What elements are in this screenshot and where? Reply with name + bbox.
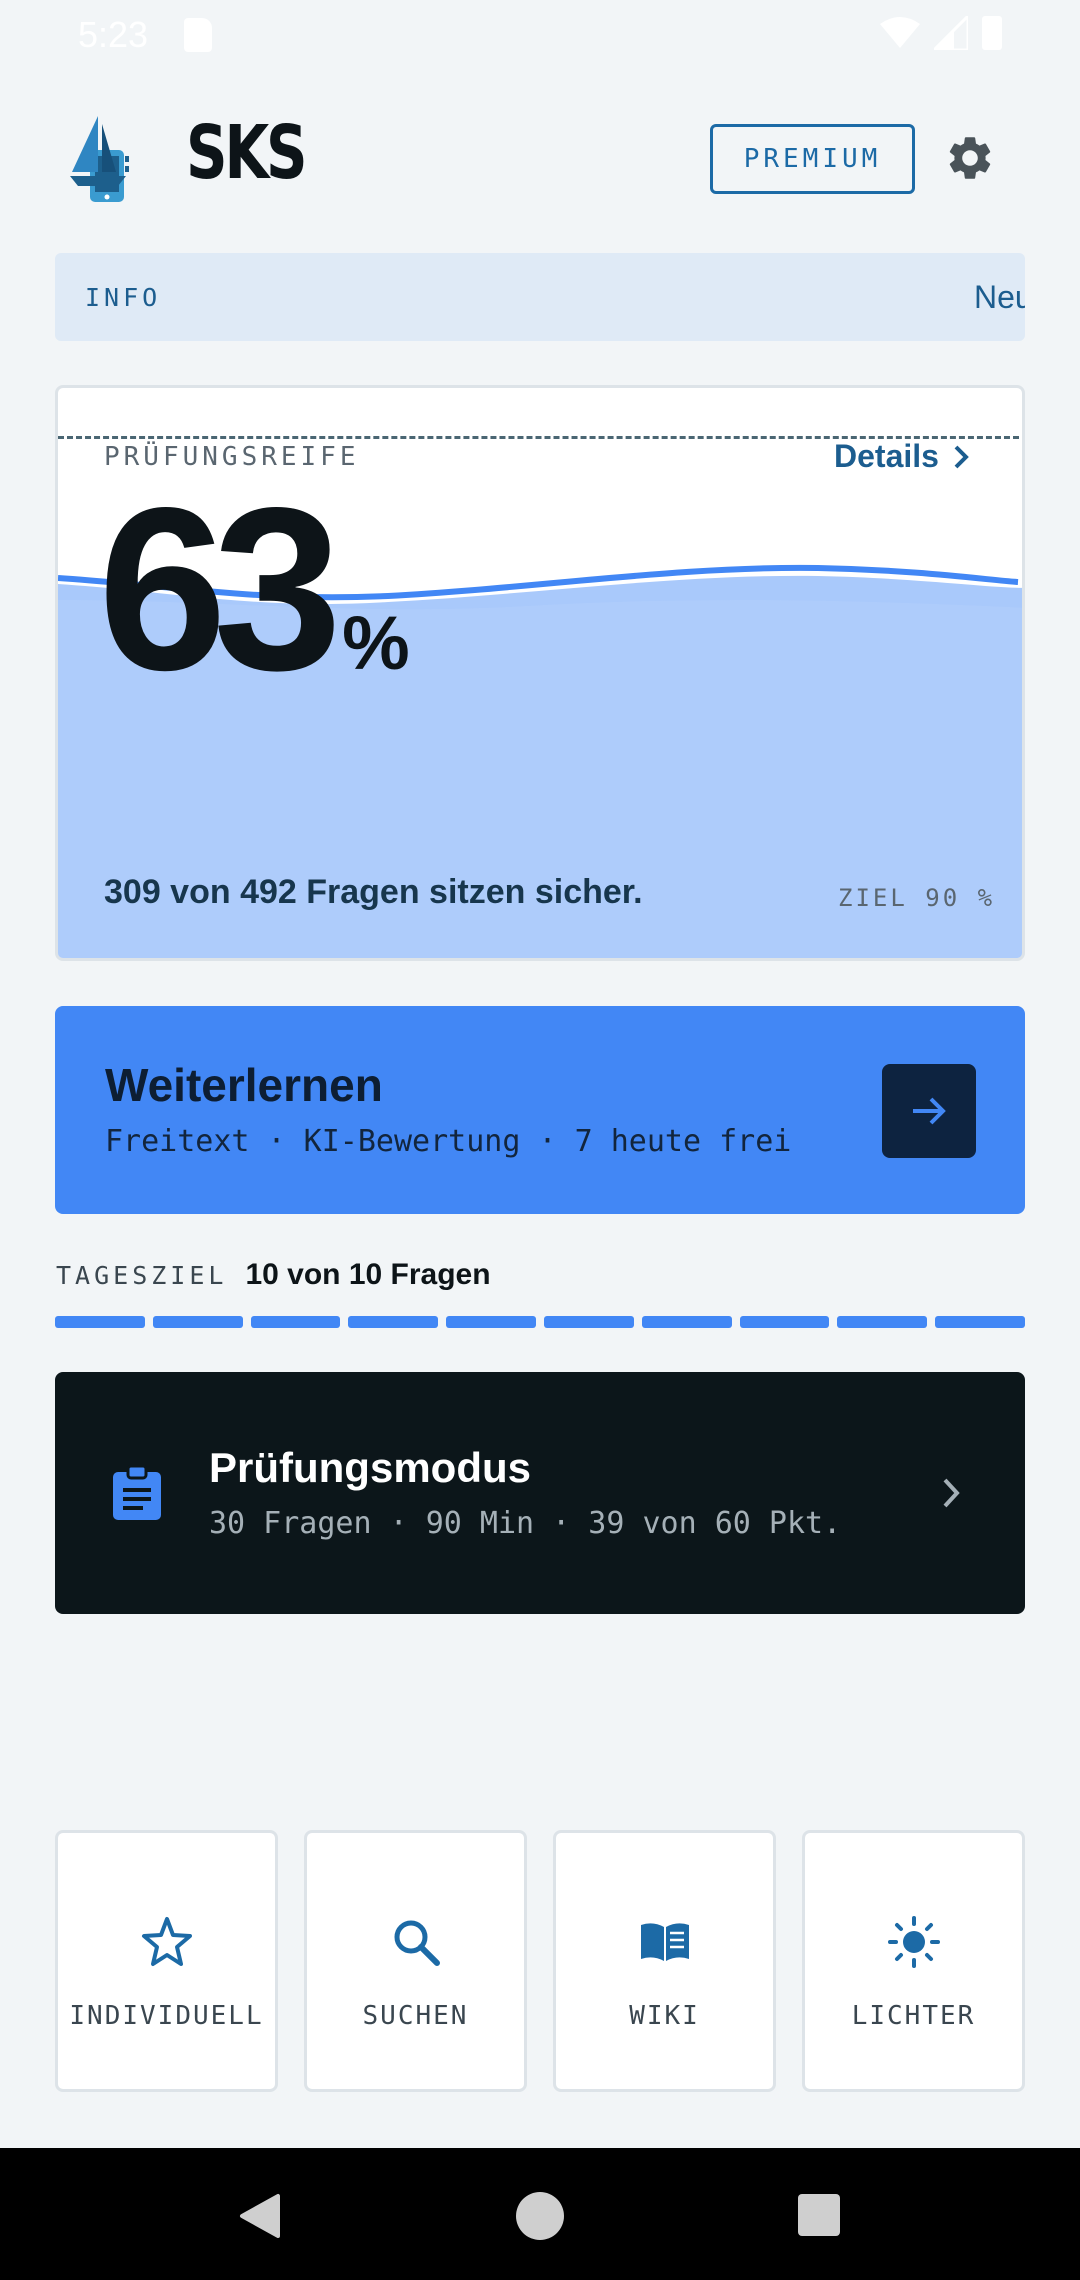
- details-label: Details: [834, 438, 939, 474]
- exam-title: Prüfungsmodus: [209, 1444, 531, 1491]
- exam-subtitle: 30 Fragen · 90 Min · 39 von 60 Pkt.: [209, 1506, 842, 1541]
- status-bar: 5:23: [0, 0, 1080, 72]
- sailboat-logo-icon: [70, 116, 129, 202]
- tile-suchen[interactable]: SUCHEN: [304, 1830, 527, 2092]
- status-icons: [880, 16, 1002, 50]
- tile-lichter[interactable]: LICHTER: [802, 1830, 1025, 2092]
- known-questions-text: 309 von 492 Fragen sitzen sicher.: [104, 873, 643, 911]
- progress-segment: [543, 1316, 634, 1328]
- daily-goal-label: TAGESZIEL: [56, 1260, 228, 1290]
- progress-segment: [152, 1316, 243, 1328]
- goal-text: ZIEL 90 %: [838, 884, 996, 912]
- app-title: SKS: [186, 110, 308, 196]
- app-header: SKS PREMIUM: [0, 96, 1080, 226]
- progress-segment: [641, 1316, 732, 1328]
- sd-card-icon: [184, 18, 212, 52]
- daily-goal-value: 10 von 10 Fragen: [245, 1258, 491, 1291]
- progress-segment: [446, 1316, 536, 1328]
- premium-button[interactable]: PREMIUM: [710, 124, 915, 194]
- info-label: INFO: [85, 283, 162, 312]
- progress-segment: [837, 1316, 928, 1328]
- readiness-card[interactable]: PRÜFUNGSREIFE Details 63 % 309 von 492 F…: [55, 385, 1025, 961]
- chevron-right-icon: [943, 1478, 960, 1508]
- exam-mode-card[interactable]: Prüfungsmodus 30 Fragen · 90 Min · 39 vo…: [55, 1372, 1025, 1614]
- arrow-right-icon: [913, 1097, 946, 1125]
- readiness-percent-value: 63: [98, 460, 342, 719]
- quick-access-tiles: INDIVIDUELL SUCHEN WIKI LICHTER: [55, 1830, 1025, 2092]
- sun-icon: [887, 1916, 940, 1968]
- tile-label: INDIVIDUELL: [69, 2001, 264, 2031]
- daily-goal: TAGESZIEL 10 von 10 Fragen: [56, 1258, 1026, 1292]
- tile-wiki[interactable]: WIKI: [553, 1830, 776, 2092]
- details-link[interactable]: Details: [834, 438, 973, 475]
- continue-button[interactable]: [882, 1064, 976, 1158]
- progress-segment: [250, 1316, 341, 1328]
- status-time: 5:23: [78, 14, 149, 55]
- readiness-percent: 63 %: [98, 474, 410, 706]
- search-icon: [394, 1920, 440, 1966]
- wifi-icon: [880, 17, 920, 48]
- progress-segment: [935, 1316, 1025, 1328]
- progress-segment: [55, 1316, 145, 1328]
- tile-individuell[interactable]: INDIVIDUELL: [55, 1830, 278, 2092]
- signal-icon: [934, 16, 968, 50]
- progress-segment: [739, 1316, 830, 1328]
- star-icon: [141, 1917, 192, 1966]
- book-icon: [640, 1923, 689, 1961]
- tile-label: LICHTER: [851, 2001, 976, 2031]
- home-icon[interactable]: [516, 2192, 564, 2240]
- continue-title: Weiterlernen: [105, 1059, 383, 1111]
- tile-label: WIKI: [629, 2001, 700, 2031]
- tile-label: SUCHEN: [362, 2001, 469, 2031]
- recent-apps-icon[interactable]: [798, 2194, 840, 2236]
- continue-learning-card[interactable]: Weiterlernen Freitext · KI-Bewertung · 7…: [55, 1006, 1025, 1214]
- continue-subtitle: Freitext · KI-Bewertung · 7 heute frei: [105, 1124, 792, 1159]
- back-icon[interactable]: [236, 2192, 284, 2240]
- progress-segment: [348, 1316, 439, 1328]
- gear-icon[interactable]: [944, 132, 996, 184]
- system-nav-bar: [0, 2148, 1080, 2280]
- battery-icon: [982, 16, 1002, 50]
- info-banner[interactable]: INFO Neu: [55, 253, 1025, 341]
- chevron-right-icon: [954, 445, 969, 468]
- clipboard-icon: [113, 1464, 161, 1520]
- percent-sign: %: [342, 601, 410, 686]
- info-ticker-text: Neu: [974, 279, 1025, 315]
- daily-goal-progress: [55, 1316, 1025, 1328]
